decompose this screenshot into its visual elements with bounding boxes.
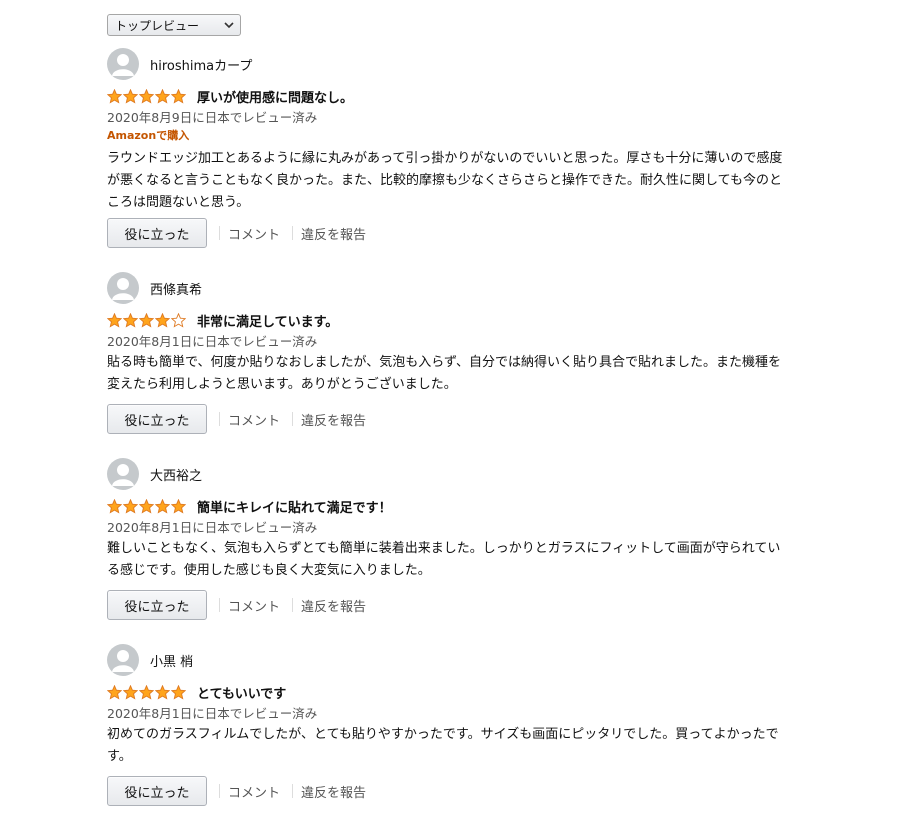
comment-link[interactable]: コメント xyxy=(228,782,280,801)
report-abuse-link[interactable]: 違反を報告 xyxy=(301,596,366,615)
review-title[interactable]: 厚いが使用感に問題なし。 xyxy=(197,87,353,106)
star-filled-icon xyxy=(155,312,170,328)
star-filled-icon xyxy=(155,88,170,104)
review-heading: 簡単にキレイに貼れて満足です！ xyxy=(107,497,392,516)
divider xyxy=(292,226,294,240)
review-body-line: 初めてのガラスフィルムでしたが、とても貼りやすかったです。サイズも画面にピッタリ… xyxy=(107,727,779,742)
review-date: 2020年8月1日に日本でレビュー済み xyxy=(107,706,318,721)
verified-purchase-badge: Amazonで購入 xyxy=(107,129,190,142)
review-actions: 役に立った コメント 違反を報告 xyxy=(107,590,366,620)
review-body: 難しいこともなく、気泡も入らずとても簡単に装着出来ました。しっかりとガラスにフィ… xyxy=(107,538,792,582)
avatar xyxy=(107,272,139,304)
sort-dropdown[interactable]: トップレビュー xyxy=(107,14,241,36)
avatar xyxy=(107,48,139,80)
divider xyxy=(219,226,220,240)
review-heading: とてもいいです xyxy=(107,683,286,702)
star-filled-icon xyxy=(171,88,186,104)
chevron-down-icon xyxy=(224,22,234,29)
helpful-button[interactable]: 役に立った xyxy=(107,218,207,248)
star-filled-icon xyxy=(139,88,154,104)
star-filled-icon xyxy=(107,684,122,700)
star-filled-icon xyxy=(171,684,186,700)
star-filled-icon xyxy=(155,498,170,514)
star-rating xyxy=(107,88,187,104)
review-heading: 非常に満足しています。 xyxy=(107,311,338,330)
sort-dropdown-value: トップレビュー xyxy=(115,18,200,33)
reviewer-profile[interactable]: 小黒 梢 xyxy=(107,644,193,676)
avatar xyxy=(107,458,139,490)
review-actions: 役に立った コメント 違反を報告 xyxy=(107,218,366,248)
star-filled-icon xyxy=(107,498,122,514)
reviewer-profile[interactable]: hiroshimaカープ xyxy=(107,48,252,80)
divider xyxy=(219,412,220,426)
review-body-line: る感じです。使用した感じも良く大変気に入りました。 xyxy=(107,563,431,578)
comment-link[interactable]: コメント xyxy=(228,596,280,615)
star-empty-icon xyxy=(171,312,186,328)
review-title[interactable]: 簡単にキレイに貼れて満足です！ xyxy=(197,497,392,516)
divider xyxy=(219,598,220,612)
review-title[interactable]: 非常に満足しています。 xyxy=(197,311,338,330)
star-rating xyxy=(107,684,187,700)
review-actions: 役に立った コメント 違反を報告 xyxy=(107,404,366,434)
review-body-line: ラウンドエッジ加工とあるように縁に丸みがあって引っ掛かりがないのでいいと思った。… xyxy=(107,151,783,166)
star-filled-icon xyxy=(107,312,122,328)
review-body-line: 変えたら利用しようと思います。ありがとうございました。 xyxy=(107,377,457,392)
reviewer-profile[interactable]: 西條真希 xyxy=(107,272,202,304)
reviewer-profile[interactable]: 大西裕之 xyxy=(107,458,202,490)
star-filled-icon xyxy=(139,684,154,700)
star-filled-icon xyxy=(123,684,138,700)
review-body: ラウンドエッジ加工とあるように縁に丸みがあって引っ掛かりがないのでいいと思った。… xyxy=(107,148,792,214)
review-body-line: す。 xyxy=(107,749,132,764)
helpful-button[interactable]: 役に立った xyxy=(107,776,207,806)
divider xyxy=(292,412,294,426)
review-date: 2020年8月9日に日本でレビュー済み xyxy=(107,110,318,125)
review-body-line: ころは問題ないと思う。 xyxy=(107,195,250,210)
comment-link[interactable]: コメント xyxy=(228,410,280,429)
star-filled-icon xyxy=(155,684,170,700)
review-body-line: が悪くなると言うこともなく良かった。また、比較的摩擦も少なくさらさらと操作できた… xyxy=(107,173,782,188)
review-title[interactable]: とてもいいです xyxy=(197,683,286,702)
review-body-line: 貼る時も簡単で、何度か貼りなおしましたが、気泡も入らず、自分では納得いく貼り具合… xyxy=(107,355,782,370)
review-actions: 役に立った コメント 違反を報告 xyxy=(107,776,366,806)
report-abuse-link[interactable]: 違反を報告 xyxy=(301,224,366,243)
divider xyxy=(292,784,294,798)
star-filled-icon xyxy=(123,498,138,514)
review-body: 貼る時も簡単で、何度か貼りなおしましたが、気泡も入らず、自分では納得いく貼り具合… xyxy=(107,352,792,396)
star-filled-icon xyxy=(171,498,186,514)
review-date: 2020年8月1日に日本でレビュー済み xyxy=(107,520,318,535)
reviewer-name: 大西裕之 xyxy=(150,468,203,484)
review-body: 初めてのガラスフィルムでしたが、とても貼りやすかったです。サイズも画面にピッタリ… xyxy=(107,724,792,768)
star-filled-icon xyxy=(123,88,138,104)
divider xyxy=(219,784,220,798)
report-abuse-link[interactable]: 違反を報告 xyxy=(301,782,366,801)
star-filled-icon xyxy=(123,312,138,328)
helpful-button[interactable]: 役に立った xyxy=(107,404,207,434)
avatar xyxy=(107,644,139,676)
star-filled-icon xyxy=(139,312,154,328)
reviewer-name: 西條真希 xyxy=(150,282,203,298)
review-heading: 厚いが使用感に問題なし。 xyxy=(107,87,353,106)
comment-link[interactable]: コメント xyxy=(228,224,280,243)
review-date: 2020年8月1日に日本でレビュー済み xyxy=(107,334,318,349)
helpful-button[interactable]: 役に立った xyxy=(107,590,207,620)
reviewer-name: 小黒 梢 xyxy=(150,654,194,670)
star-rating xyxy=(107,498,187,514)
report-abuse-link[interactable]: 違反を報告 xyxy=(301,410,366,429)
divider xyxy=(292,598,294,612)
star-rating xyxy=(107,312,187,328)
star-filled-icon xyxy=(107,88,122,104)
reviewer-name: hiroshimaカープ xyxy=(150,58,253,74)
review-body-line: 難しいこともなく、気泡も入らずとても簡単に装着出来ました。しっかりとガラスにフィ… xyxy=(107,541,781,556)
star-filled-icon xyxy=(139,498,154,514)
